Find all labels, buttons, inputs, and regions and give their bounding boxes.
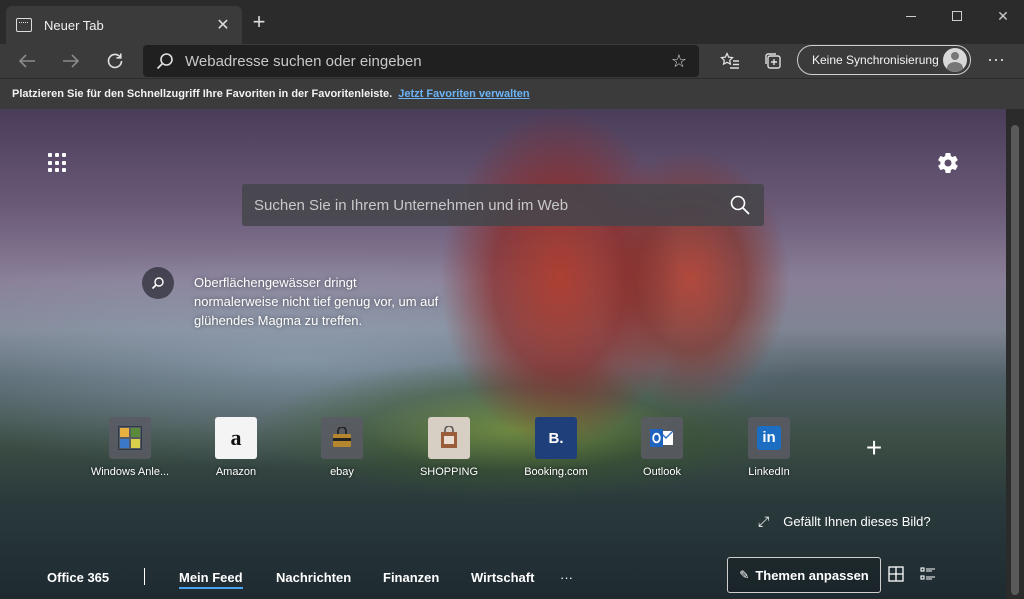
quick-link-ebay[interactable]: ebay: [292, 417, 392, 478]
forward-arrow-icon: [63, 54, 80, 68]
quick-link-amazon[interactable]: a Amazon: [186, 417, 286, 478]
add-quick-link-button[interactable]: +: [862, 434, 886, 462]
new-tab-page-icon: [16, 18, 32, 32]
quick-link-label: Amazon: [215, 466, 257, 478]
maximize-button[interactable]: [934, 0, 980, 32]
fact-search-button[interactable]: [142, 267, 174, 299]
quick-link-shopping[interactable]: SHOPPING: [399, 417, 499, 478]
search-icon: [156, 53, 173, 70]
maximize-icon: [952, 11, 962, 21]
tab-wirtschaft[interactable]: Wirtschaft: [471, 570, 534, 585]
new-tab-button[interactable]: +: [248, 11, 270, 34]
tab-strip: Neuer Tab ✕ + ✕: [0, 0, 1024, 44]
quick-link-linkedin[interactable]: in LinkedIn: [719, 417, 819, 478]
list-view-icon[interactable]: [920, 566, 936, 582]
tab-finanzen[interactable]: Finanzen: [383, 570, 439, 585]
sync-profile-button[interactable]: Keine Synchronisierung: [797, 45, 971, 75]
image-fact: Oberflächengewässer dringt normalerweise…: [142, 267, 444, 330]
quick-link-windows[interactable]: Windows Anle...: [80, 417, 180, 478]
quick-link-label: ebay: [330, 466, 354, 478]
favorites-icon: [720, 52, 739, 69]
toolbar: ☆ Keine Synchronisierung ···: [0, 44, 1024, 78]
quick-link-booking[interactable]: B. Booking.com: [506, 417, 606, 478]
pencil-icon: ✎: [739, 568, 750, 582]
tab-title: Neuer Tab: [44, 17, 104, 33]
search-icon[interactable]: [728, 193, 752, 217]
quick-link-label: Booking.com: [524, 466, 588, 478]
like-picture-button[interactable]: ⤢ Gefällt Ihnen dieses Bild?: [758, 513, 931, 530]
reload-icon: [107, 53, 123, 69]
forward-button[interactable]: [58, 48, 84, 74]
customize-topics-label: Themen anpassen: [755, 567, 869, 583]
tab-nachrichten[interactable]: Nachrichten: [276, 570, 351, 585]
sync-label: Keine Synchronisierung: [812, 53, 939, 67]
outlook-icon: [641, 417, 683, 459]
reload-button[interactable]: [102, 48, 128, 74]
tab-new-tab[interactable]: Neuer Tab ✕: [6, 6, 242, 44]
office-365-link[interactable]: Office 365: [47, 570, 109, 585]
web-search-box[interactable]: [242, 184, 764, 226]
favorites-bar-hint: Platzieren Sie für den Schnellzugriff Ih…: [0, 78, 1024, 109]
tab-mein-feed[interactable]: Mein Feed: [179, 570, 243, 589]
scrollbar-thumb[interactable]: [1011, 125, 1019, 595]
windows-site-icon: [109, 417, 151, 459]
linkedin-icon: in: [748, 417, 790, 459]
favorites-button[interactable]: [718, 49, 742, 73]
shopping-site-icon: [428, 417, 470, 459]
fact-text: Oberflächengewässer dringt normalerweise…: [194, 275, 439, 328]
customize-topics-button[interactable]: ✎ Themen anpassen: [727, 557, 881, 593]
quick-link-label: SHOPPING: [419, 466, 479, 478]
amazon-icon: a: [215, 417, 257, 459]
quick-link-label: Outlook: [643, 466, 681, 478]
address-bar[interactable]: ☆: [143, 45, 699, 77]
page-scrollbar[interactable]: [1006, 109, 1024, 599]
gear-icon[interactable]: [936, 151, 960, 175]
grid-view-icon[interactable]: [888, 566, 904, 582]
feed-divider: [144, 568, 145, 585]
web-search-input[interactable]: [254, 196, 728, 214]
tab-close-button[interactable]: ✕: [214, 15, 232, 35]
feed-more-button[interactable]: ···: [560, 570, 573, 585]
close-window-button[interactable]: ✕: [980, 0, 1024, 32]
minimize-button[interactable]: [888, 0, 934, 32]
back-button[interactable]: [14, 48, 40, 74]
minimize-icon: [906, 15, 916, 17]
quick-link-label: LinkedIn: [748, 466, 790, 478]
quick-link-label: Windows Anle...: [90, 466, 170, 478]
avatar: [943, 48, 967, 72]
news-feed-bar: Office 365 Mein Feed Nachrichten Finanze…: [0, 556, 1006, 599]
app-launcher-icon[interactable]: [48, 153, 68, 173]
shopping-bag-icon: [321, 417, 363, 459]
like-picture-label: Gefällt Ihnen dieses Bild?: [783, 514, 931, 529]
expand-icon: ⤢: [758, 513, 770, 529]
address-input[interactable]: [185, 52, 671, 70]
quick-link-outlook[interactable]: Outlook: [612, 417, 712, 478]
quick-links: Windows Anle... a Amazon ebay SHOPPING B…: [82, 417, 902, 487]
add-favorite-star-icon[interactable]: ☆: [671, 51, 687, 72]
booking-icon: B.: [535, 417, 577, 459]
new-tab-page: Oberflächengewässer dringt normalerweise…: [0, 109, 1006, 599]
back-arrow-icon: [18, 54, 35, 68]
manage-favorites-link[interactable]: Jetzt Favoriten verwalten: [398, 88, 529, 100]
collections-icon: [765, 53, 781, 69]
settings-more-button[interactable]: ···: [984, 49, 1008, 73]
search-icon: [151, 277, 164, 290]
collections-button[interactable]: [761, 49, 785, 73]
favorites-hint-text: Platzieren Sie für den Schnellzugriff Ih…: [12, 88, 393, 100]
